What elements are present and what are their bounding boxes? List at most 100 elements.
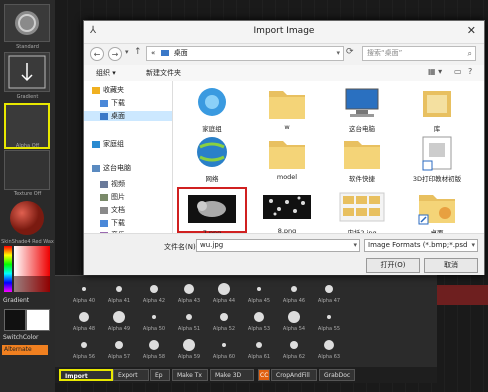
search-placeholder: 搜索“桌面” bbox=[367, 49, 403, 57]
alpha-preview-icon bbox=[256, 342, 262, 348]
preview-pane-icon[interactable]: ▭ bbox=[454, 67, 462, 76]
file-item[interactable]: 3D打印教材初版 bbox=[402, 133, 472, 183]
alpha-tile[interactable]: Alpha 51 bbox=[172, 308, 206, 334]
alternate-button[interactable]: Alternate bbox=[2, 345, 48, 355]
alpha-tile[interactable]: Alpha 43 bbox=[172, 280, 206, 306]
sidebar-item-5[interactable]: 视频 bbox=[100, 179, 125, 189]
alpha-tile[interactable]: Alpha 58 bbox=[137, 336, 171, 362]
file-item[interactable]: 桌面 bbox=[402, 187, 472, 233]
alpha-tile[interactable]: Alpha 44 bbox=[207, 280, 241, 306]
sidebar-item-label: 下载 bbox=[111, 99, 125, 107]
alpha-tile[interactable]: Alpha 41 bbox=[102, 280, 136, 306]
cc-button[interactable]: CC bbox=[258, 369, 270, 381]
filename-field[interactable]: wu.jpg ▾ bbox=[196, 239, 360, 252]
up-arrow-icon[interactable]: ↑ bbox=[134, 47, 142, 57]
alpha-tile[interactable]: Alpha 50 bbox=[137, 308, 171, 334]
alpha-preview-icon bbox=[291, 286, 297, 292]
file-item[interactable]: 8.png bbox=[252, 187, 322, 233]
address-text: 桌面 bbox=[173, 49, 188, 57]
forward-icon[interactable]: → bbox=[108, 47, 122, 61]
file-item[interactable]: 家庭组 bbox=[177, 83, 247, 133]
export-button[interactable]: Export bbox=[113, 369, 149, 381]
file-type-select[interactable]: Image Formats (*.bmp;*.psd ▾ bbox=[364, 239, 478, 252]
file-item[interactable]: 7.png bbox=[177, 187, 247, 233]
sidebar-item-0[interactable]: 收藏夹 bbox=[92, 85, 124, 95]
ep-button[interactable]: Ep bbox=[150, 369, 170, 381]
sidebar-item-3[interactable]: 家庭组 bbox=[92, 139, 124, 149]
view-options-icon[interactable]: ▦ ▾ bbox=[428, 67, 442, 76]
search-input[interactable]: 搜索“桌面” ⌕ bbox=[362, 46, 476, 61]
alpha-tile[interactable]: Alpha 63 bbox=[312, 336, 346, 362]
primary-color-swatch[interactable] bbox=[4, 309, 26, 331]
sidebar-item-7[interactable]: 文档 bbox=[100, 205, 125, 215]
back-icon[interactable]: ← bbox=[90, 47, 104, 61]
alpha-tile[interactable]: Alpha 56 bbox=[67, 336, 101, 362]
alpha-label: Alpha 50 bbox=[142, 326, 166, 332]
open-button[interactable]: 打开(O) bbox=[366, 258, 420, 273]
address-bar[interactable]: « 桌面 ▾ bbox=[146, 46, 344, 61]
alpha-tile[interactable]: Alpha 42 bbox=[137, 280, 171, 306]
alpha-tile[interactable]: Alpha 54 bbox=[277, 308, 311, 334]
alpha-tile[interactable]: Alpha 61 bbox=[242, 336, 276, 362]
organize-menu[interactable]: 组织 ▾ bbox=[96, 68, 116, 78]
standard-label: Standard bbox=[16, 44, 39, 50]
sidebar-item-1[interactable]: 下载 bbox=[100, 98, 125, 108]
grab-doc-button[interactable]: GrabDoc bbox=[319, 369, 355, 381]
filename-dropdown-icon[interactable]: ▾ bbox=[353, 240, 357, 251]
alpha-tile[interactable]: Alpha 46 bbox=[277, 280, 311, 306]
sidebar-item-label: 收藏夹 bbox=[103, 86, 124, 94]
alpha-tile[interactable]: Alpha 59 bbox=[172, 336, 206, 362]
sidebar-item-6[interactable]: 图片 bbox=[100, 192, 125, 202]
new-folder-button[interactable]: 新建文件夹 bbox=[146, 68, 181, 78]
alpha-preview-icon bbox=[183, 339, 195, 351]
crop-and-fill-button[interactable]: CropAndFill bbox=[271, 369, 317, 381]
alpha-tile[interactable]: Alpha 55 bbox=[312, 308, 346, 334]
secondary-color-swatch[interactable] bbox=[26, 309, 50, 331]
file-item[interactable]: 这台电脑 bbox=[327, 83, 397, 133]
alpha-tile[interactable]: Alpha 62 bbox=[277, 336, 311, 362]
stroke-tile[interactable] bbox=[4, 52, 50, 92]
color-picker[interactable] bbox=[4, 246, 50, 292]
help-icon[interactable]: ? bbox=[468, 67, 472, 76]
sidebar-item-2[interactable]: 桌面 bbox=[84, 111, 172, 121]
make-3d-button[interactable]: Make 3D bbox=[210, 369, 254, 381]
cancel-button[interactable]: 取消 bbox=[424, 258, 478, 273]
left-tool-shelf: Standard Gradient Alpha Off Texture Off … bbox=[0, 0, 55, 392]
file-item[interactable]: 软件快捷 bbox=[327, 133, 397, 183]
alpha-tile[interactable]: Alpha 49 bbox=[102, 308, 136, 334]
file-item[interactable]: w bbox=[252, 83, 322, 131]
standard-brush-tile[interactable] bbox=[4, 4, 50, 42]
alpha-tile[interactable]: Alpha 60 bbox=[207, 336, 241, 362]
alpha-tile[interactable]: Alpha 52 bbox=[207, 308, 241, 334]
address-dropdown-icon[interactable]: ▾ bbox=[336, 47, 340, 60]
material-tile[interactable] bbox=[4, 198, 50, 238]
file-item[interactable]: model bbox=[252, 133, 322, 181]
alpha-tile[interactable]: Alpha 47 bbox=[312, 280, 346, 306]
close-icon[interactable]: ✕ bbox=[467, 24, 476, 37]
file-name: 家庭组 bbox=[202, 125, 222, 133]
file-type-dropdown-icon[interactable]: ▾ bbox=[471, 240, 475, 251]
refresh-icon[interactable]: ⟳ bbox=[346, 47, 358, 60]
make-tx-button[interactable]: Make Tx bbox=[172, 369, 208, 381]
dialog-toolbar: 组织 ▾ 新建文件夹 ▦ ▾ ▭ ? bbox=[84, 65, 484, 82]
file-item[interactable]: 内托2.jpg bbox=[327, 187, 397, 233]
texture-tile[interactable] bbox=[4, 150, 50, 190]
switch-color-button[interactable]: SwitchColor bbox=[3, 334, 39, 341]
alpha-label: Alpha 44 bbox=[212, 298, 236, 304]
recent-dropdown-icon[interactable]: ▾ bbox=[125, 48, 129, 56]
star-icon bbox=[92, 86, 100, 94]
alpha-tile[interactable]: Alpha 48 bbox=[67, 308, 101, 334]
filename-value: wu.jpg bbox=[200, 241, 224, 249]
homegroup-icon bbox=[184, 83, 240, 121]
alpha-tile[interactable]: Alpha 57 bbox=[102, 336, 136, 362]
alpha-tile[interactable]: Alpha 40 bbox=[67, 280, 101, 306]
alpha-tile[interactable]: Alpha 45 bbox=[242, 280, 276, 306]
sidebar-item-4[interactable]: 这台电脑 bbox=[92, 163, 131, 173]
gradient-label: Gradient bbox=[3, 297, 30, 304]
sidebar-item-8[interactable]: 下载 bbox=[100, 218, 125, 228]
import-button[interactable]: Import bbox=[59, 369, 113, 381]
file-item[interactable]: 库 bbox=[402, 83, 472, 133]
alpha-tile[interactable]: Alpha 53 bbox=[242, 308, 276, 334]
alpha-preview-icon bbox=[290, 341, 298, 349]
file-item[interactable]: 网络 bbox=[177, 133, 247, 183]
